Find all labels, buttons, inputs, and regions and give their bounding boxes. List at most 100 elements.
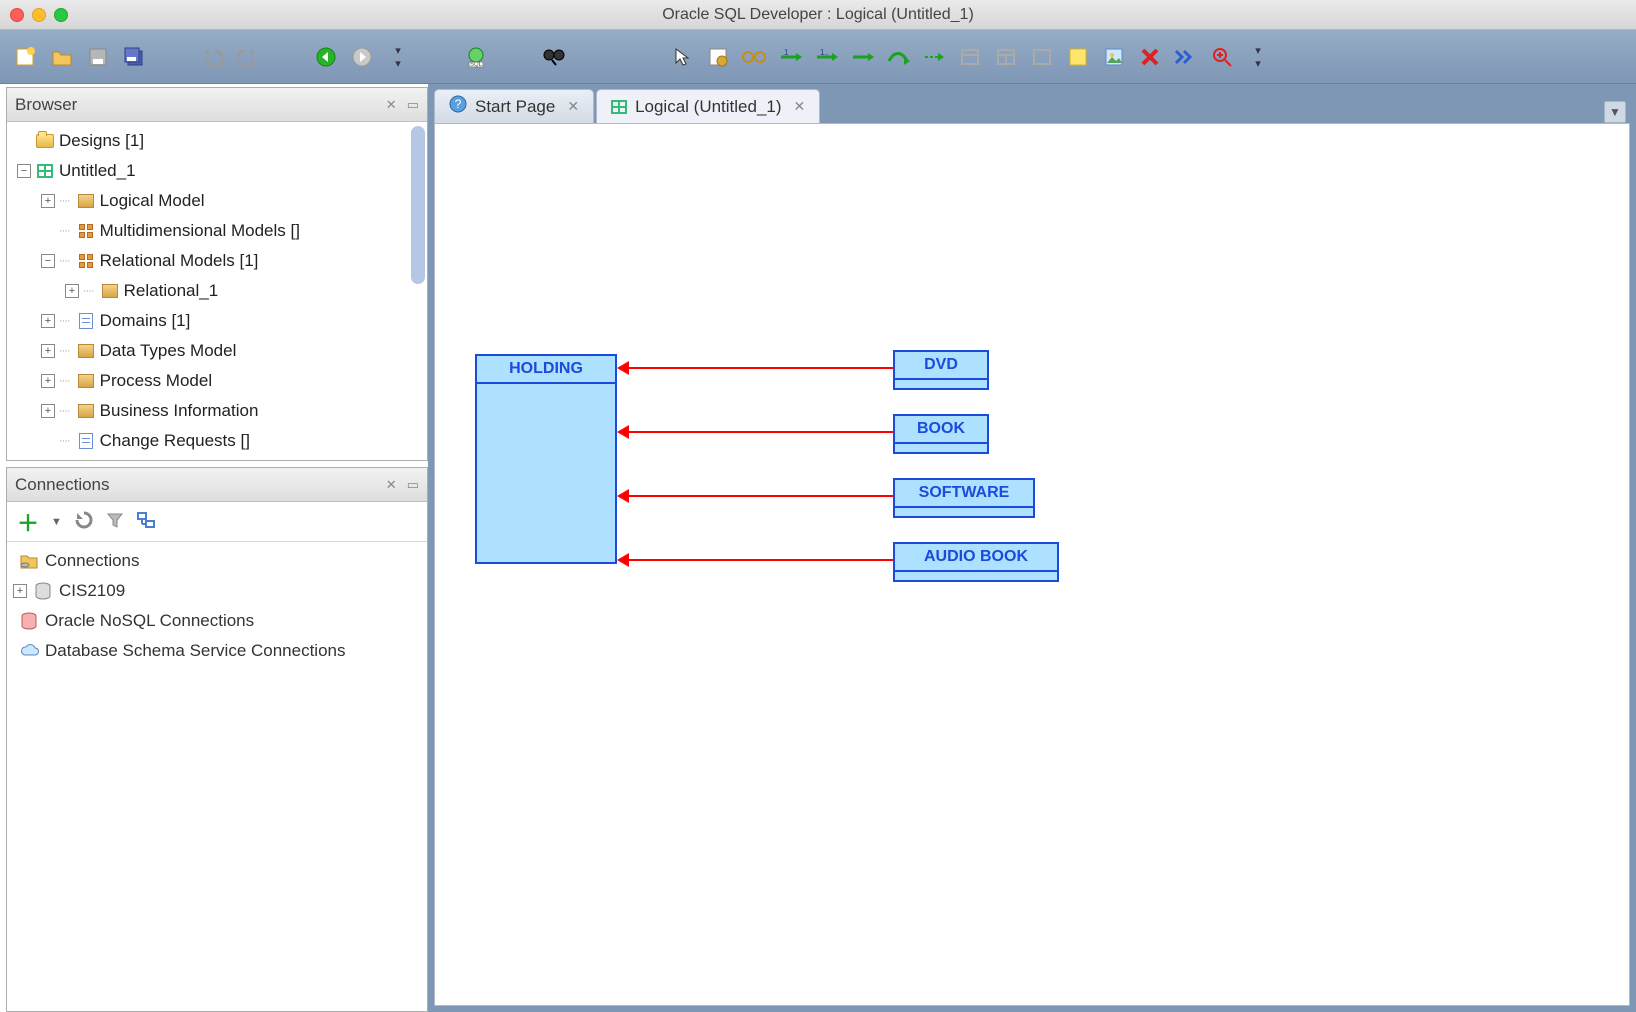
refresh-icon[interactable]: [74, 510, 94, 533]
diagram-canvas[interactable]: HOLDING DVD BOOK SOFTWARE AUDIO BOOK: [434, 123, 1630, 1006]
tree-item[interactable]: −····Relational Models [1]: [11, 246, 427, 276]
tree-item[interactable]: +····Data Types Model: [11, 336, 427, 366]
add-connection-icon[interactable]: ＋: [17, 506, 39, 538]
tree-item[interactable]: +···· Relational_1: [11, 276, 427, 306]
conn-dropdown-icon[interactable]: ▼: [51, 516, 62, 528]
undo-icon[interactable]: [200, 45, 224, 69]
tree-toggle[interactable]: +: [65, 284, 79, 298]
connections-panel: Connections ✕ ▭ ＋ ▼ Connections +CIS2109O…: [6, 467, 428, 1012]
tree-toggle[interactable]: +: [41, 374, 55, 388]
connection-item[interactable]: Database Schema Service Connections: [13, 636, 421, 666]
dropdown-toggle-icon[interactable]: ▾▾: [386, 45, 410, 69]
svg-text:SQL: SQL: [470, 62, 483, 68]
entity-sub[interactable]: DVD: [893, 350, 989, 390]
editor-tab[interactable]: Logical (Untitled_1)✕: [596, 89, 820, 123]
entity-sub[interactable]: BOOK: [893, 414, 989, 454]
svg-text:1: 1: [784, 49, 789, 57]
scrollbar-thumb[interactable]: [411, 126, 425, 284]
entity2-icon[interactable]: [994, 45, 1018, 69]
tree-item[interactable]: ····Change Requests []: [11, 426, 427, 456]
entity-sub[interactable]: AUDIO BOOK: [893, 542, 1059, 582]
connections-body[interactable]: Connections +CIS2109Oracle NoSQL Connecti…: [7, 542, 427, 1011]
tree-item[interactable]: +····Business Information: [11, 396, 427, 426]
entity1-icon[interactable]: [958, 45, 982, 69]
tree-item[interactable]: +····Logical Model: [11, 186, 427, 216]
connection-item[interactable]: +CIS2109: [13, 576, 421, 606]
connection-item[interactable]: Connections: [13, 546, 421, 576]
arrow-head-icon: [617, 361, 629, 375]
editor-tab[interactable]: ?Start Page✕: [434, 89, 594, 123]
connection-label: Connections: [45, 551, 140, 571]
delete-icon[interactable]: [1138, 45, 1162, 69]
properties-icon[interactable]: [706, 45, 730, 69]
tree-item[interactable]: ····Multidimensional Models []: [11, 216, 427, 246]
tab-close-icon[interactable]: ✕: [794, 98, 806, 115]
right-column: ?Start Page✕Logical (Untitled_1)✕ ▼ HOLD…: [428, 84, 1636, 1012]
tree-label: Logical Model: [100, 191, 205, 211]
arrow-head-icon: [617, 425, 629, 439]
tree-toggle[interactable]: +: [13, 584, 27, 598]
tree-toggle[interactable]: +: [41, 314, 55, 328]
back-icon[interactable]: [314, 45, 338, 69]
model-icon: [611, 100, 627, 114]
forward-icon[interactable]: [350, 45, 374, 69]
relationship-line[interactable]: [629, 431, 893, 433]
left-column: Browser ✕ ▭ Designs [1]−Untitled_1+····L…: [0, 84, 428, 1012]
entity-title: HOLDING: [477, 356, 615, 384]
relationship-line[interactable]: [629, 495, 893, 497]
tree-toggle[interactable]: +: [41, 194, 55, 208]
tree-item[interactable]: −Untitled_1: [11, 156, 427, 186]
relationship-line[interactable]: [629, 367, 893, 369]
note-icon[interactable]: [1066, 45, 1090, 69]
arrow4-icon[interactable]: [886, 45, 910, 69]
entity-super[interactable]: HOLDING: [475, 354, 617, 564]
filter-icon[interactable]: [106, 511, 124, 532]
new-icon[interactable]: [14, 45, 38, 69]
connections-minimize-icon[interactable]: ▭: [407, 477, 419, 493]
more-icon[interactable]: [1174, 45, 1198, 69]
browser-close-icon[interactable]: ✕: [386, 97, 397, 113]
tree-label: Relational_1: [124, 281, 219, 301]
arrow3-icon[interactable]: [850, 45, 874, 69]
cursor-icon[interactable]: [670, 45, 694, 69]
glasses-icon[interactable]: [742, 45, 766, 69]
connections-title: Connections: [15, 475, 110, 495]
entity-sub[interactable]: SOFTWARE: [893, 478, 1035, 518]
tree-item[interactable]: +····Process Model: [11, 366, 427, 396]
tree-item[interactable]: +····Domains [1]: [11, 306, 427, 336]
tree-toggle[interactable]: −: [41, 254, 55, 268]
tab-close-icon[interactable]: ✕: [567, 98, 579, 115]
browser-minimize-icon[interactable]: ▭: [407, 97, 419, 113]
entity3-icon[interactable]: [1030, 45, 1054, 69]
db-folder-icon: [19, 552, 39, 570]
tree-toggle[interactable]: +: [41, 404, 55, 418]
connections-close-icon[interactable]: ✕: [386, 477, 397, 493]
tree-label: Change Requests []: [100, 431, 250, 451]
zoom-icon[interactable]: [1210, 45, 1234, 69]
find-icon[interactable]: [542, 45, 566, 69]
browser-body[interactable]: Designs [1]−Untitled_1+····Logical Model…: [7, 122, 427, 460]
open-icon[interactable]: [50, 45, 74, 69]
entity-title: DVD: [895, 352, 987, 380]
expand-toolbar-icon[interactable]: ▾▾: [1246, 45, 1270, 69]
arrow2-icon[interactable]: 1..: [814, 45, 838, 69]
tree-toggle[interactable]: +: [41, 344, 55, 358]
relationship-line[interactable]: [629, 559, 893, 561]
tree-label: Data Types Model: [100, 341, 237, 361]
sql-icon[interactable]: SQL: [464, 45, 488, 69]
entity-title: SOFTWARE: [895, 480, 1033, 508]
save-icon[interactable]: [86, 45, 110, 69]
arrow5-icon[interactable]: [922, 45, 946, 69]
tree-toggle[interactable]: −: [17, 164, 31, 178]
tree-item[interactable]: Designs [1]: [11, 126, 427, 156]
image-icon[interactable]: [1102, 45, 1126, 69]
save-all-icon[interactable]: [122, 45, 146, 69]
help-icon: ?: [449, 95, 467, 118]
more-tabs-button[interactable]: ▼: [1604, 101, 1626, 123]
redo-icon[interactable]: [236, 45, 260, 69]
expand-icon[interactable]: [136, 511, 156, 532]
connection-item[interactable]: Oracle NoSQL Connections: [13, 606, 421, 636]
tree-label: Relational Models [1]: [100, 251, 259, 271]
arrow1-icon[interactable]: 1: [778, 45, 802, 69]
svg-text:?: ?: [455, 97, 462, 111]
